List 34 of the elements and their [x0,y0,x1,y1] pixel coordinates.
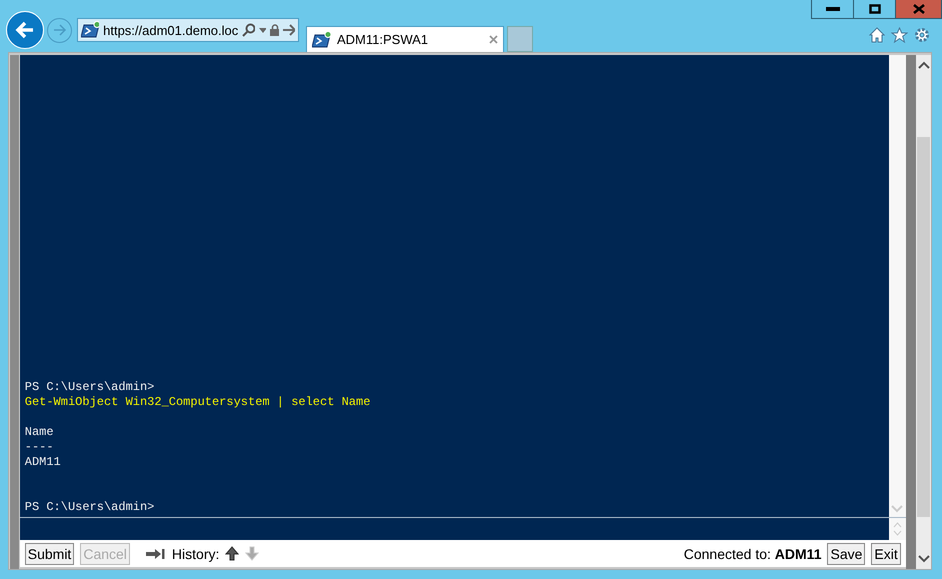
console-line: PS C:\Users\admin> [24,380,156,396]
close-icon[interactable] [489,35,498,44]
star-icon[interactable] [891,27,908,43]
search-icon[interactable] [242,23,255,37]
forward-arrow-icon [52,24,66,36]
exit-button[interactable]: Exit [871,542,901,565]
browser-tab[interactable]: ADM11:PSWA1 [306,26,504,52]
minimize-icon [826,7,840,11]
console-line: ADM11 [24,455,62,470]
save-button[interactable]: Save [827,542,866,565]
history-label: History: [172,546,220,562]
tab-key-icon[interactable] [146,548,166,560]
dropdown-icon[interactable] [258,28,266,32]
history-up-icon[interactable] [225,546,240,562]
close-icon [912,4,924,14]
submit-button[interactable]: Submit [24,542,74,565]
command-input[interactable] [20,518,889,540]
scroll-up-icon[interactable] [918,61,930,69]
address-bar[interactable]: https://adm01.demo.loc [77,18,299,42]
connection-status: Connected to: ADM11 [684,546,822,562]
maximize-icon [868,4,880,14]
close-button[interactable] [895,0,941,18]
scroll-down-icon[interactable] [918,555,930,563]
console-line: Name [24,425,55,440]
console-line: PS C:\Users\admin> [24,500,156,516]
arrow-icon[interactable] [283,24,295,36]
back-button[interactable] [6,11,44,49]
settings-icon[interactable] [914,27,930,43]
back-arrow-icon [15,21,35,39]
console-line: Get-WmiObject Win32_Computersystem | select Name [24,395,372,410]
home-icon[interactable] [869,27,885,43]
scrollbar-thumb[interactable] [917,137,930,517]
lock-icon [270,24,280,36]
console-line: ---- [24,440,55,456]
